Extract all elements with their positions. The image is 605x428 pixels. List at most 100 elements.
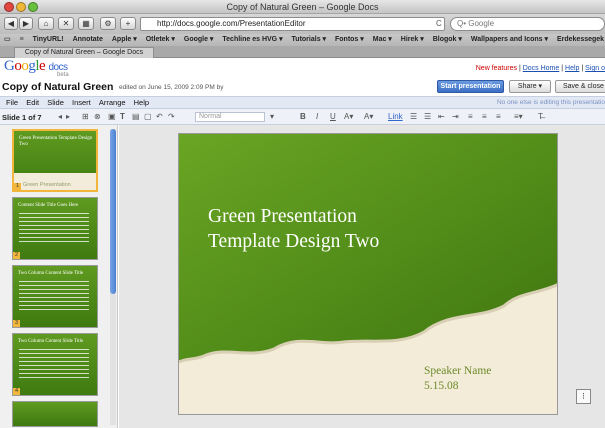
- bookmark-item[interactable]: Tutorials ▾: [292, 34, 327, 46]
- bookmark-item[interactable]: Hirek ▾: [401, 34, 424, 46]
- search-field[interactable]: Q• Google: [450, 17, 605, 31]
- thumbnail-text-lines: [19, 349, 89, 379]
- grid-view-button[interactable]: ▦: [78, 17, 94, 30]
- thumbnail-title: Two Column Content Slide Title: [18, 339, 84, 344]
- align-center-icon[interactable]: ≡: [482, 112, 487, 122]
- link-icon[interactable]: Link: [388, 112, 403, 122]
- thumbnail-title: Content Slide Title Goes Here: [18, 203, 79, 208]
- text-color-icon[interactable]: A▾: [344, 112, 353, 122]
- slide-thumbnail[interactable]: Content Slide Title Goes Here 2: [12, 197, 98, 260]
- stop-button[interactable]: ✕: [58, 17, 74, 30]
- page-content: Google docs beta New features | Docs Hom…: [0, 58, 605, 428]
- bookmark-item[interactable]: Fontos ▾: [335, 34, 364, 46]
- save-close-button[interactable]: Save & close: [555, 80, 605, 93]
- home-button[interactable]: ⌂: [38, 17, 54, 30]
- thumbnail-subtitle: Green Presentation: [23, 182, 71, 188]
- slide-thumbnail[interactable]: Green Presentation Template Design Two 1…: [12, 129, 98, 192]
- slide-counter: Slide 1 of 7: [2, 113, 42, 122]
- menu-slide[interactable]: Slide: [47, 97, 64, 109]
- document-title[interactable]: Copy of Natural Green: [2, 81, 113, 93]
- sign-out-link[interactable]: Sign o: [585, 65, 605, 72]
- slide-background-art: [179, 134, 557, 364]
- back-button[interactable]: ◀: [4, 17, 18, 30]
- gdocs-header: Google docs beta New features | Docs Hom…: [0, 58, 605, 78]
- add-bookmark-button[interactable]: +: [120, 17, 136, 30]
- start-presentation-button[interactable]: Start presentation: [437, 80, 504, 93]
- image-icon[interactable]: ▤: [132, 112, 140, 122]
- bookmark-item[interactable]: Otletek ▾: [146, 34, 175, 46]
- bookmark-item[interactable]: TinyURL!: [33, 34, 64, 46]
- thumbnail-title: Two Column Content Slide Title: [18, 271, 84, 276]
- slide-speaker-name[interactable]: Speaker Name: [424, 365, 491, 377]
- align-left-icon[interactable]: ≡: [468, 112, 473, 122]
- bookmark-item[interactable]: Techline es HVG ▾: [222, 34, 282, 46]
- bulleted-list-icon[interactable]: ☰: [424, 112, 431, 122]
- underline-icon[interactable]: U: [330, 112, 336, 122]
- shape-icon[interactable]: ▢: [144, 112, 152, 122]
- redo-icon[interactable]: ↷: [168, 112, 175, 122]
- slide-thumbnail[interactable]: Two Column Content Slide Title 3: [12, 265, 98, 328]
- next-slide-icon[interactable]: ▸: [66, 112, 70, 122]
- browser-tab-active[interactable]: Copy of Natural Green – Google Docs: [14, 47, 154, 58]
- menu-icon[interactable]: ≡: [20, 34, 24, 46]
- share-button[interactable]: Share ▾: [509, 80, 551, 93]
- italic-icon[interactable]: I: [316, 112, 318, 122]
- delete-slide-icon[interactable]: ⊗: [94, 112, 101, 122]
- highlight-icon[interactable]: A▾: [364, 112, 373, 122]
- bookmark-item[interactable]: Mac ▾: [373, 34, 392, 46]
- book-icon[interactable]: ▭: [4, 34, 11, 46]
- bookmark-item[interactable]: Blogok ▾: [433, 34, 462, 46]
- font-style-select[interactable]: Normal: [195, 112, 265, 122]
- url-text: http://docs.google.com/PresentationEdito…: [157, 19, 306, 28]
- chevron-down-icon[interactable]: ▾: [270, 112, 274, 122]
- slide-canvas[interactable]: Green Presentation Template Design Two S…: [178, 133, 558, 415]
- menu-file[interactable]: File: [6, 97, 18, 109]
- bold-icon[interactable]: B: [300, 112, 306, 122]
- slide-thumbnails-panel: Green Presentation Template Design Two 1…: [0, 125, 118, 428]
- bookmark-item[interactable]: Erdekessegek ▾: [557, 34, 605, 46]
- browser-tab-strip: Copy of Natural Green – Google Docs: [0, 46, 605, 58]
- menu-edit[interactable]: Edit: [26, 97, 39, 109]
- window-titlebar: Copy of Natural Green – Google Docs: [0, 0, 605, 14]
- prev-slide-icon[interactable]: ◂: [58, 112, 62, 122]
- more-formatting-icon[interactable]: ≡▾: [514, 112, 523, 122]
- undo-icon[interactable]: ↶: [156, 112, 163, 122]
- bookmark-item[interactable]: Google ▾: [184, 34, 214, 46]
- thumbnail-number: 1: [14, 183, 21, 190]
- bookmark-item[interactable]: Apple ▾: [112, 34, 137, 46]
- bookmarks-bar: ▭ ≡ TinyURL! Annotate Apple ▾ Otletek ▾ …: [0, 34, 605, 46]
- bookmark-item[interactable]: Annotate: [73, 34, 103, 46]
- menu-arrange[interactable]: Arrange: [99, 97, 126, 109]
- top-links: New features | Docs Home | Help | Sign o: [476, 65, 605, 72]
- numbered-list-icon[interactable]: ☰: [410, 112, 417, 122]
- new-features-link[interactable]: New features: [476, 65, 517, 72]
- help-link[interactable]: Help: [565, 65, 579, 72]
- document-bar: Copy of Natural Green edited on June 15,…: [0, 78, 605, 96]
- indent-icon[interactable]: ⇥: [452, 112, 459, 122]
- new-slide-icon[interactable]: ⊞: [82, 112, 89, 122]
- docs-home-link[interactable]: Docs Home: [523, 65, 560, 72]
- save-icon[interactable]: ▣: [108, 112, 116, 122]
- slide-thumbnail-partial[interactable]: [12, 401, 98, 427]
- thumbnail-scrollbar-thumb[interactable]: [110, 129, 116, 294]
- url-field[interactable]: http://docs.google.com/PresentationEdito…: [140, 17, 445, 31]
- slide-title[interactable]: Green Presentation Template Design Two: [208, 204, 379, 254]
- thumbnail-text-lines: [19, 213, 89, 243]
- settings-button[interactable]: ⚙: [100, 17, 116, 30]
- menu-insert[interactable]: Insert: [72, 97, 91, 109]
- slide-thumbnail[interactable]: Two Column Content Slide Title 4: [12, 333, 98, 396]
- forward-button[interactable]: ▶: [19, 17, 33, 30]
- outdent-icon[interactable]: ⇤: [438, 112, 445, 122]
- search-placeholder: Q• Google: [457, 19, 495, 28]
- thumbnail-number: 2: [13, 252, 20, 259]
- slide-editor: Green Presentation Template Design Two S…: [119, 125, 605, 428]
- align-right-icon[interactable]: ≡: [496, 112, 501, 122]
- clear-formatting-icon[interactable]: T̶: [538, 112, 543, 122]
- reload-icon[interactable]: C: [436, 19, 442, 28]
- slide-date[interactable]: 5.15.08: [424, 380, 459, 392]
- text-box-icon[interactable]: T: [120, 112, 125, 122]
- browser-toolbar: ◀ ▶ ⌂ ✕ ▦ ⚙ + http://docs.google.com/Pre…: [0, 14, 605, 34]
- menu-help[interactable]: Help: [134, 97, 149, 109]
- speaker-notes-icon[interactable]: ⁝: [576, 389, 591, 404]
- bookmark-item[interactable]: Wallpapers and Icons ▾: [471, 34, 548, 46]
